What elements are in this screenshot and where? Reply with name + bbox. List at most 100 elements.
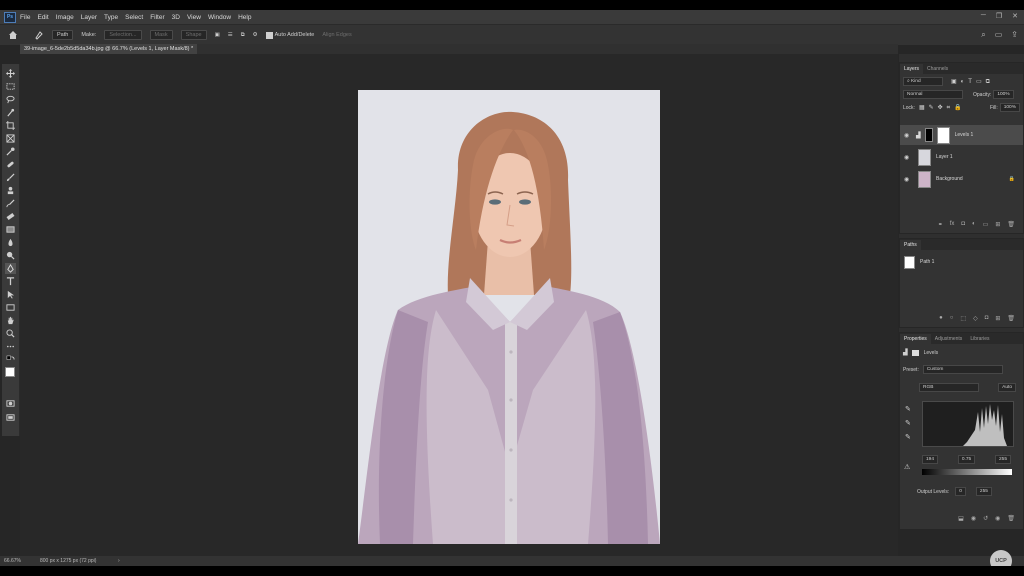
status-menu-arrow-icon[interactable]: › [118, 556, 120, 566]
clip-to-layer-icon[interactable]: ⬓ [958, 515, 964, 525]
toggle-visibility-icon[interactable]: ◉ [995, 515, 1000, 525]
zoom-level[interactable]: 66.67% [4, 556, 21, 566]
output-black-field[interactable]: 0 [955, 487, 966, 496]
path-selection-tool-icon[interactable] [5, 289, 16, 300]
layer-row-background[interactable]: ◉ Background 🔒 [900, 169, 1023, 189]
link-layers-icon[interactable]: ⚭ [938, 221, 943, 231]
white-point-eyedropper-icon[interactable]: ✎ [905, 431, 911, 445]
quick-selection-tool-icon[interactable] [5, 107, 16, 118]
clipping-icon[interactable]: ⚠ [904, 463, 910, 471]
pen-tool-icon[interactable] [5, 263, 16, 274]
delete-path-icon[interactable]: 🗑 [1007, 315, 1015, 325]
home-icon[interactable] [8, 30, 18, 40]
make-mask-button[interactable]: Mask [149, 30, 173, 40]
add-mask-icon[interactable]: ◘ [961, 221, 965, 231]
minimize-icon[interactable]: ─ [981, 12, 986, 20]
visibility-eye-icon[interactable]: ◉ [904, 176, 912, 183]
path-arrangement-icon[interactable]: ⧉ [241, 32, 245, 39]
layer-row-levels[interactable]: ◉ ▟ Levels 1 [900, 125, 1023, 145]
screen-mode-icon[interactable] [5, 412, 16, 423]
search-icon[interactable]: ⌕ [981, 30, 985, 40]
align-edges-checkbox[interactable]: Align Edges [322, 32, 351, 38]
make-selection-button[interactable]: Selection... [104, 30, 142, 40]
input-white-field[interactable]: 255 [994, 455, 1011, 464]
fill-input[interactable]: 100% [999, 103, 1020, 112]
tab-adjustments[interactable]: Adjustments [931, 334, 967, 344]
opacity-input[interactable]: 100% [993, 90, 1014, 99]
healing-brush-tool-icon[interactable] [5, 159, 16, 170]
mask-icon[interactable] [911, 349, 919, 356]
new-group-icon[interactable]: ▭ [983, 221, 989, 231]
default-colors-icon[interactable] [5, 354, 16, 365]
menu-filter[interactable]: Filter [150, 14, 164, 21]
blur-tool-icon[interactable] [5, 237, 16, 248]
view-previous-icon[interactable]: ◉ [971, 515, 976, 525]
visibility-eye-icon[interactable]: ◉ [904, 132, 912, 139]
new-path-icon[interactable]: ⊞ [995, 315, 1000, 325]
share-icon[interactable]: ⇪ [1011, 30, 1018, 40]
gray-point-eyedropper-icon[interactable]: ✎ [905, 417, 911, 431]
lock-icons[interactable]: ▦✎✥⌗🔒 [919, 104, 966, 112]
black-point-eyedropper-icon[interactable]: ✎ [905, 403, 911, 417]
lasso-tool-icon[interactable] [5, 94, 16, 105]
move-tool-icon[interactable] [5, 68, 16, 79]
delete-adjustment-icon[interactable]: 🗑 [1007, 515, 1015, 525]
menu-edit[interactable]: Edit [37, 14, 48, 21]
tab-layers[interactable]: Layers [900, 64, 924, 74]
photo-canvas[interactable] [358, 90, 660, 544]
brush-tool-icon[interactable] [5, 172, 16, 183]
document-tab[interactable]: 39-image_6-5de2b5d5da34b.jpg @ 66.7% (Le… [20, 44, 198, 54]
add-mask-icon[interactable]: ◘ [985, 315, 989, 325]
dodge-tool-icon[interactable] [5, 250, 16, 261]
input-gamma-field[interactable]: 0.75 [957, 455, 976, 464]
menu-view[interactable]: View [187, 14, 201, 21]
delete-layer-icon[interactable]: 🗑 [1007, 221, 1015, 231]
path-row[interactable]: Path 1 [900, 253, 1023, 271]
layer-row-layer1[interactable]: ◉ Layer 1 [900, 147, 1023, 167]
make-work-path-icon[interactable]: ◇ [973, 315, 978, 325]
path-alignment-icon[interactable]: ☰ [228, 32, 233, 38]
layer-mask-thumbnail[interactable] [936, 126, 950, 144]
gradient-tool-icon[interactable] [5, 224, 16, 235]
crop-tool-icon[interactable] [5, 120, 16, 131]
output-white-field[interactable]: 255 [975, 487, 992, 496]
visibility-eye-icon[interactable]: ◉ [904, 154, 912, 161]
rectangle-tool-icon[interactable] [5, 302, 16, 313]
workspace-icon[interactable]: ▭ [995, 30, 1003, 40]
close-icon[interactable]: ✕ [1012, 12, 1018, 20]
tab-paths[interactable]: Paths [900, 240, 921, 250]
stroke-path-icon[interactable]: ○ [950, 315, 954, 325]
fill-path-icon[interactable]: ● [939, 315, 943, 325]
fx-icon[interactable]: fx [950, 221, 955, 231]
type-tool-icon[interactable] [5, 276, 16, 287]
channel-select[interactable]: RGB [919, 383, 979, 392]
menu-image[interactable]: Image [56, 14, 74, 21]
menu-3d[interactable]: 3D [172, 14, 180, 21]
blend-mode-select[interactable]: Normal [903, 90, 963, 99]
input-black-field[interactable]: 194 [922, 455, 939, 464]
more-tools-icon[interactable] [5, 341, 16, 352]
eyedropper-tool-icon[interactable] [5, 146, 16, 157]
menu-type[interactable]: Type [104, 14, 118, 21]
clone-stamp-tool-icon[interactable] [5, 185, 16, 196]
foreground-color-swatch[interactable] [5, 367, 15, 377]
filter-type-icons[interactable]: ▣◐T▭⧉ [951, 78, 994, 86]
menu-window[interactable]: Window [208, 14, 231, 21]
history-brush-tool-icon[interactable] [5, 198, 16, 209]
menu-select[interactable]: Select [125, 14, 143, 21]
marquee-tool-icon[interactable] [5, 81, 16, 92]
settings-gear-icon[interactable]: ⚙ [253, 32, 258, 38]
background-thumbnail[interactable] [918, 170, 931, 188]
quick-mask-icon[interactable] [5, 398, 16, 409]
auto-add-delete-checkbox[interactable]: Auto Add/Delete [265, 31, 314, 39]
new-adjustment-icon[interactable]: ◐ [972, 221, 976, 231]
pen-tool-preset-icon[interactable] [34, 30, 44, 40]
zoom-tool-icon[interactable] [5, 328, 16, 339]
tool-mode-select[interactable]: Path [52, 30, 74, 40]
eraser-tool-icon[interactable] [5, 211, 16, 222]
frame-tool-icon[interactable] [5, 133, 16, 144]
restore-icon[interactable]: ❐ [996, 12, 1002, 20]
path-operations-icon[interactable]: ▣ [215, 32, 220, 38]
load-selection-icon[interactable]: ⬚ [960, 315, 966, 325]
reset-icon[interactable]: ↺ [983, 515, 988, 525]
